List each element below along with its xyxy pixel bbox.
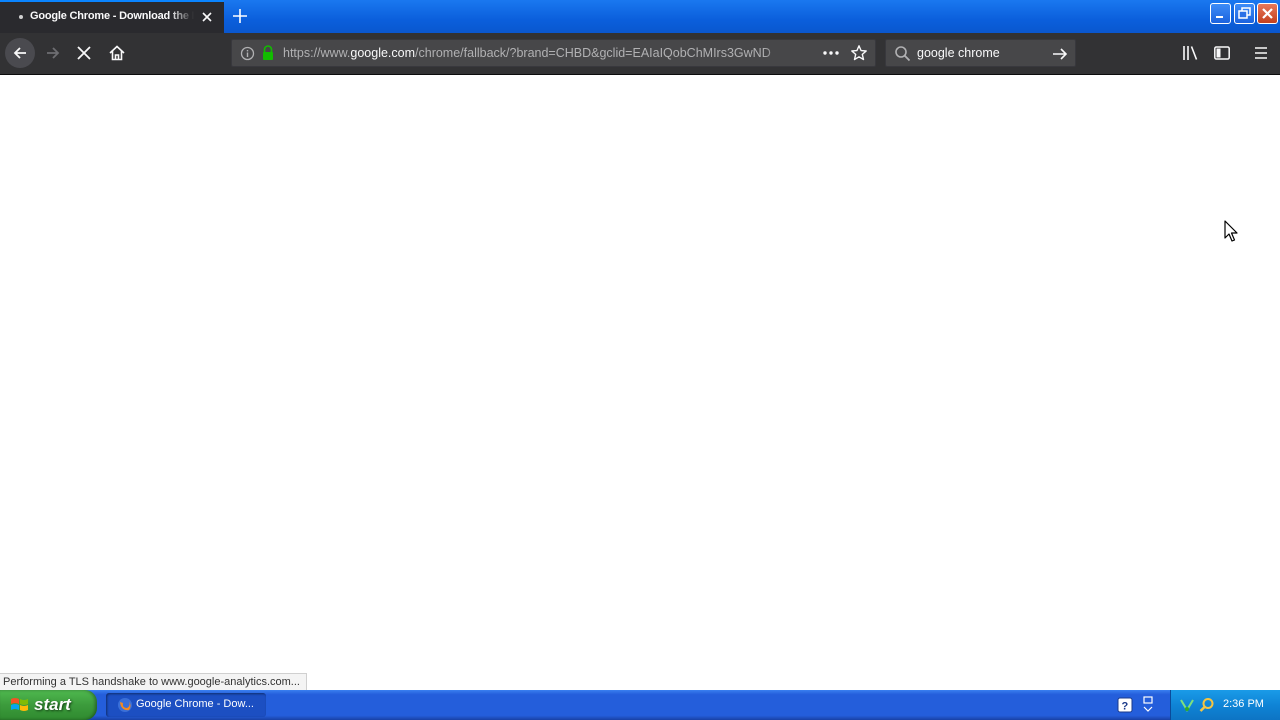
firefox-icon	[117, 697, 133, 718]
bookmark-star-icon[interactable]	[850, 44, 868, 67]
search-input[interactable]: google chrome	[917, 46, 1000, 60]
start-button[interactable]: start	[0, 690, 97, 720]
back-button[interactable]	[5, 38, 35, 68]
navigation-toolbar: https://www.google.com/chrome/fallback/?…	[0, 33, 1280, 75]
url-path: /chrome/fallback/?brand=CHBD&gclid=EAIaI…	[415, 46, 771, 60]
library-icon[interactable]	[1181, 44, 1199, 67]
status-text: Performing a TLS handshake to www.google…	[0, 673, 307, 691]
network-tray-icon[interactable]	[1179, 697, 1195, 718]
restore-button[interactable]	[1234, 3, 1255, 24]
mouse-cursor-icon	[1224, 220, 1240, 249]
home-icon	[109, 45, 125, 61]
tab-title: Google Chrome - Download the Fast, Secur…	[30, 10, 194, 22]
address-bar[interactable]: https://www.google.com/chrome/fallback/?…	[231, 39, 876, 67]
stop-loading-button[interactable]	[70, 39, 98, 67]
sidebar-icon[interactable]	[1213, 44, 1231, 67]
search-tray-icon[interactable]	[1199, 697, 1215, 718]
stop-icon	[77, 46, 91, 60]
taskbar-item-firefox[interactable]: Google Chrome - Dow...	[106, 693, 266, 717]
taskbar-item-label: Google Chrome - Dow...	[136, 698, 254, 710]
restore-windows-icon[interactable]	[1141, 695, 1155, 720]
start-label: start	[34, 695, 71, 714]
help-icon[interactable]: ?	[1117, 697, 1133, 718]
close-window-button[interactable]	[1257, 3, 1278, 24]
forward-arrow-icon	[47, 47, 60, 59]
system-tray: 2:36 PM	[1170, 690, 1280, 720]
home-button[interactable]	[103, 39, 131, 67]
loading-indicator-icon	[19, 15, 23, 19]
windows-logo-icon	[10, 696, 30, 719]
page-content	[0, 75, 1280, 690]
info-icon[interactable]	[240, 46, 255, 66]
url-prefix: https://www.	[283, 46, 351, 60]
browser-tab[interactable]: Google Chrome - Download the Fast, Secur…	[0, 0, 224, 34]
tab-strip: Google Chrome - Download the Fast, Secur…	[0, 0, 1280, 34]
back-arrow-icon	[13, 47, 26, 59]
url-text[interactable]: https://www.google.com/chrome/fallback/?…	[283, 46, 788, 60]
minimize-button[interactable]	[1210, 3, 1231, 24]
tab-close-icon[interactable]	[199, 9, 215, 25]
secure-lock-icon[interactable]	[261, 45, 275, 66]
page-actions-icon[interactable]	[822, 46, 840, 65]
clock[interactable]: 2:36 PM	[1223, 698, 1264, 710]
forward-button[interactable]	[39, 39, 67, 67]
url-host: google.com	[350, 46, 416, 60]
menu-hamburger-icon[interactable]	[1252, 44, 1270, 67]
search-bar[interactable]: google chrome	[885, 39, 1076, 67]
new-tab-icon[interactable]	[231, 7, 249, 25]
taskbar: start Google Chrome - Dow... ? 2:36 PM	[0, 690, 1280, 720]
search-icon	[894, 45, 911, 67]
svg-text:?: ?	[1122, 701, 1129, 713]
search-go-arrow-icon[interactable]	[1051, 45, 1069, 68]
